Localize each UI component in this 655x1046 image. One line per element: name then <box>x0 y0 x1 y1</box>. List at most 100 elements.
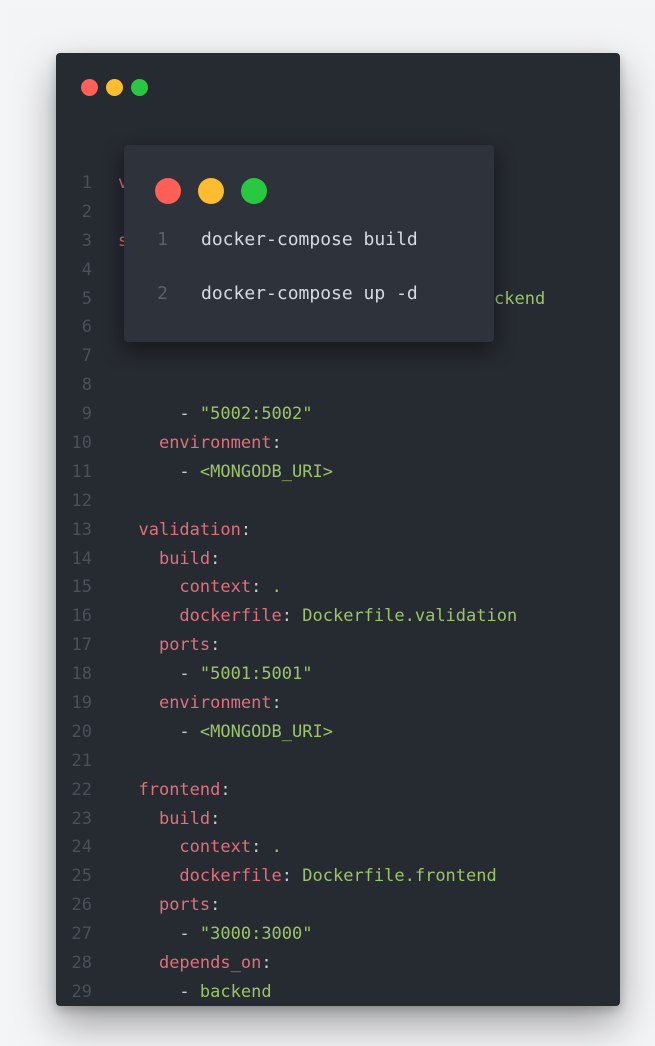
yaml-value: Dockerfile.validation <box>302 606 518 627</box>
yaml-key: environment <box>158 693 272 714</box>
line-number: 14 <box>71 548 92 569</box>
code-line: 25 dockerfile: Dockerfile.frontend <box>56 862 517 891</box>
line-number: 15 <box>71 577 92 598</box>
yaml-value: "5002:5002" <box>199 404 313 425</box>
occluded-code-fragment: ckend <box>494 289 546 309</box>
yaml-separator: : <box>271 693 282 714</box>
yaml-separator: : <box>210 635 221 656</box>
line-number: 26 <box>71 895 92 916</box>
line-number: 12 <box>71 490 92 511</box>
line-number: 23 <box>71 808 92 829</box>
code-line: 27 - "3000:3000" <box>56 920 517 949</box>
minimize-dot-icon[interactable] <box>106 79 123 96</box>
yaml-separator: : <box>281 866 303 887</box>
yaml-value: <MONGODB_URI> <box>199 461 333 482</box>
line-number: 21 <box>71 750 92 771</box>
line-number: 4 <box>81 259 92 280</box>
line-number: 27 <box>71 924 92 945</box>
line-number: 6 <box>81 317 92 338</box>
yaml-key: validation <box>138 519 241 540</box>
terminal-overlay-window: 1 docker-compose build 2 docker-compose … <box>124 145 494 342</box>
code-line: 14 build: <box>56 545 517 574</box>
code-line: 21 <box>56 747 517 776</box>
yaml-key: build <box>158 548 211 569</box>
line-number: 5 <box>81 288 92 309</box>
yaml-value: "5001:5001" <box>199 664 313 685</box>
overlay-command-text: docker-compose up -d <box>201 283 418 304</box>
window-controls <box>81 79 148 96</box>
line-number: 13 <box>71 519 92 540</box>
yaml-separator: : <box>251 577 272 598</box>
yaml-value: "3000:3000" <box>199 924 313 945</box>
overlay-minimize-dot-icon[interactable] <box>198 178 224 204</box>
overlay-window-controls <box>155 178 267 204</box>
code-line: 22 frontend: <box>56 776 517 805</box>
close-dot-icon[interactable] <box>81 79 98 96</box>
yaml-key: ports <box>158 635 211 656</box>
line-number: 2 <box>81 201 92 222</box>
yaml-key: dockerfile <box>179 606 282 627</box>
yaml-separator: : <box>240 519 252 540</box>
line-number: 10 <box>71 433 92 454</box>
overlay-command-text: docker-compose build <box>201 229 418 250</box>
overlay-maximize-dot-icon[interactable] <box>241 178 267 204</box>
yaml-separator: - <box>179 981 200 1002</box>
code-line: 18 - "5001:5001" <box>56 660 517 689</box>
line-number: 28 <box>71 953 92 974</box>
yaml-separator: : <box>251 837 272 858</box>
yaml-value: <MONGODB_URI> <box>199 721 333 742</box>
line-number: 8 <box>81 375 92 396</box>
yaml-key: depends_on <box>158 953 262 974</box>
yaml-key: ports <box>158 895 211 916</box>
code-line: 11 - <MONGODB_URI> <box>56 458 517 487</box>
yaml-separator: - <box>179 461 200 482</box>
yaml-separator: : <box>281 606 303 627</box>
maximize-dot-icon[interactable] <box>131 79 148 96</box>
line-number: 17 <box>71 635 92 656</box>
line-number: 3 <box>81 230 92 251</box>
line-number: 22 <box>71 779 92 800</box>
overlay-line-number: 2 <box>157 283 168 304</box>
code-line: 28 depends_on: <box>56 949 517 978</box>
overlay-code-line: 2 docker-compose up -d <box>124 283 418 337</box>
line-number: 16 <box>71 606 92 627</box>
line-number: 18 <box>71 664 92 685</box>
yaml-key: context <box>179 577 252 598</box>
yaml-key: environment <box>158 433 272 454</box>
yaml-key: dockerfile <box>179 866 282 887</box>
line-number: 24 <box>71 837 92 858</box>
code-line: 7 <box>56 342 517 371</box>
yaml-separator: : <box>271 433 282 454</box>
line-number: 11 <box>71 461 92 482</box>
code-line: 17 ports: <box>56 631 517 660</box>
code-line: 13 validation: <box>56 516 517 545</box>
yaml-key: frontend <box>138 779 221 800</box>
code-line: 10 environment: <box>56 429 517 458</box>
yaml-separator: - <box>179 404 200 425</box>
code-line: 26 ports: <box>56 891 517 920</box>
yaml-separator: : <box>261 953 272 974</box>
yaml-value: . <box>271 837 282 858</box>
line-number: 9 <box>81 404 92 425</box>
overlay-close-dot-icon[interactable] <box>155 178 181 204</box>
yaml-separator: : <box>210 895 221 916</box>
code-line: 8 <box>56 371 517 400</box>
code-line: 20 - <MONGODB_URI> <box>56 718 517 747</box>
line-number: 29 <box>71 981 92 1002</box>
code-line: 23 build: <box>56 805 517 834</box>
